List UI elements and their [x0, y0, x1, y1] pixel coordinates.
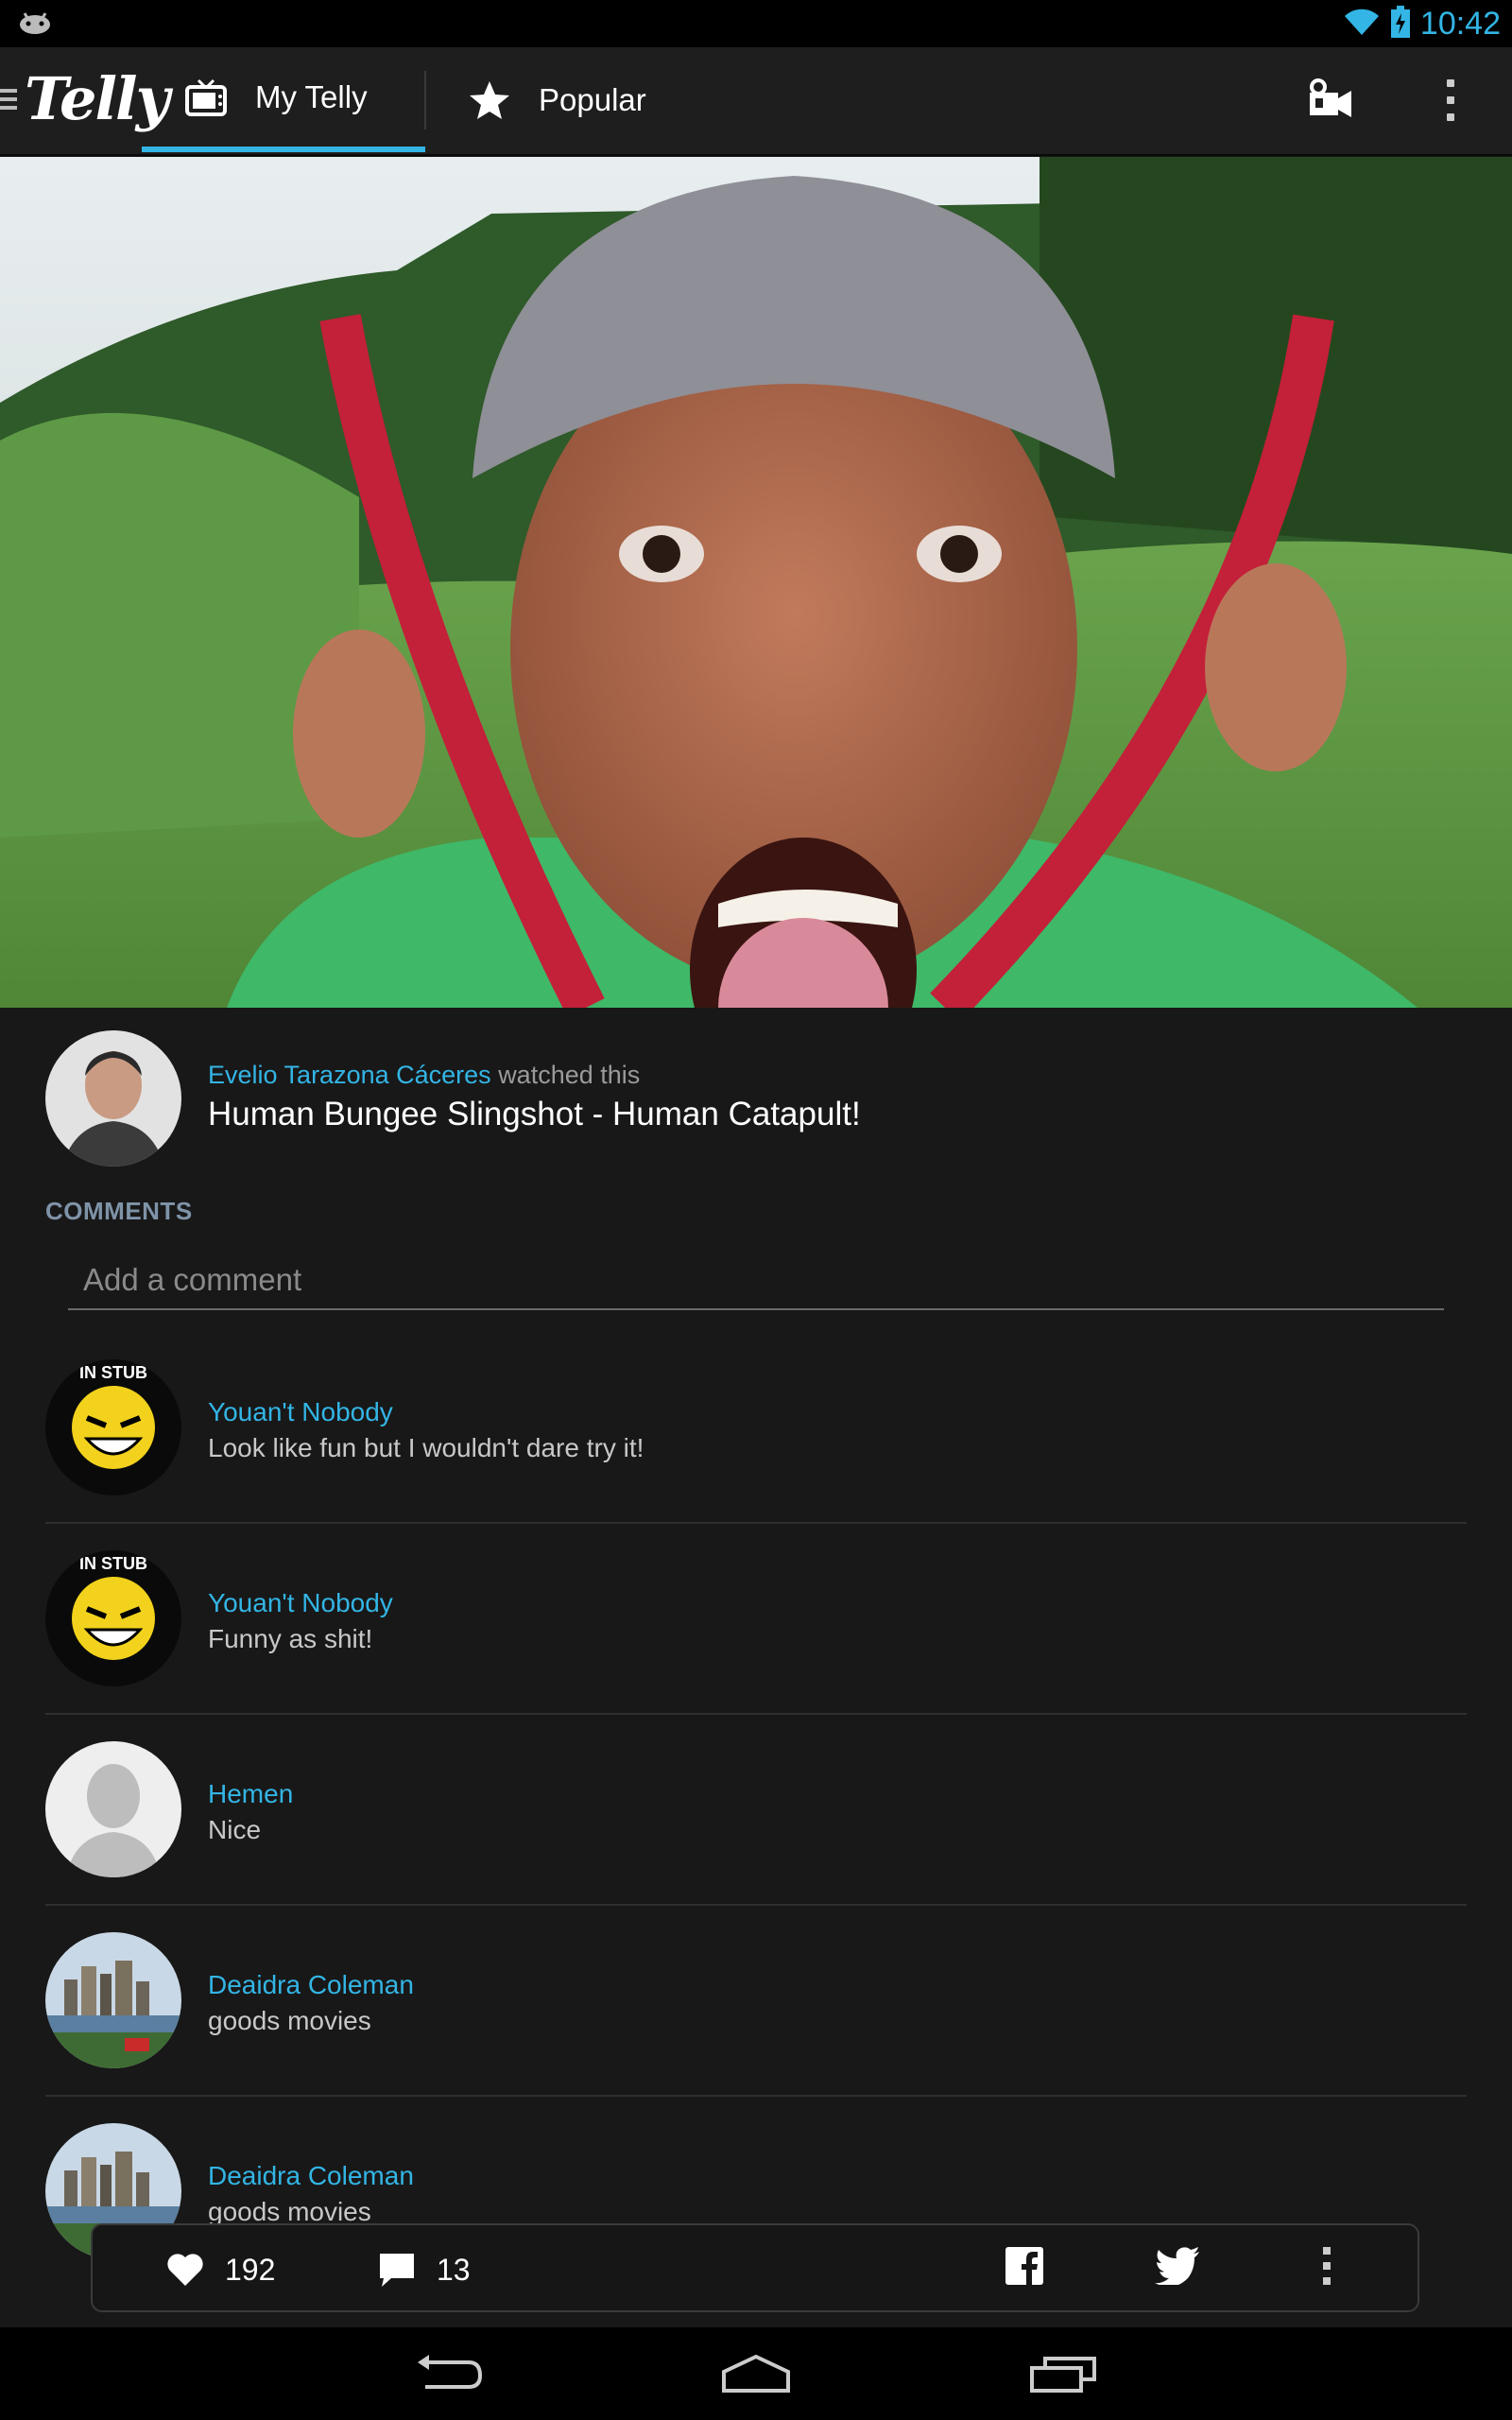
- like-count: 192: [225, 2252, 276, 2287]
- comment-body: Nice: [208, 1815, 262, 1844]
- tv-icon: [185, 78, 227, 116]
- comment-content: Youan't Nobody Look like fun but I would…: [208, 1397, 644, 1463]
- post-activity-line: Evelio Tarazona Cáceres watched this: [208, 1061, 861, 1090]
- default-person-avatar[interactable]: [45, 1741, 181, 1877]
- comment-item[interactable]: Hemen Nice: [45, 1715, 1467, 1906]
- comment-item[interactable]: Deaidra Coleman goods movies: [45, 1906, 1467, 2097]
- facebook-icon: [1005, 2247, 1043, 2292]
- action-bar: Telly My Telly Popular: [0, 47, 1512, 156]
- city-avatar[interactable]: [45, 1932, 181, 2068]
- comment-bubble-icon: [378, 2252, 416, 2288]
- video-frame: [0, 157, 1512, 1008]
- svg-text:IN STUB: IN STUB: [79, 1554, 147, 1573]
- system-nav-bar: [0, 2327, 1512, 2420]
- tab-label: Popular: [539, 81, 646, 117]
- comment-user[interactable]: Youan't Nobody: [208, 1397, 644, 1427]
- status-bar: 10:42: [0, 0, 1512, 47]
- tab-label: My Telly: [255, 78, 368, 114]
- smiley-avatar[interactable]: IN STUB: [45, 1359, 181, 1495]
- poster-avatar[interactable]: [45, 1030, 181, 1167]
- video-title: Human Bungee Slingshot - Human Catapult!: [208, 1096, 861, 1132]
- comment-body: goods movies: [208, 2006, 371, 2035]
- tab-my-telly[interactable]: My Telly: [142, 47, 425, 152]
- drawer-icon[interactable]: [0, 89, 17, 115]
- engagement-bar: 192 13: [91, 2223, 1419, 2312]
- comment-list: IN STUB Youan't Nobody Look like fun but…: [45, 1333, 1467, 2288]
- comment-item[interactable]: IN STUB Youan't Nobody Look like fun but…: [45, 1333, 1467, 1524]
- facebook-share-button[interactable]: [1005, 2225, 1043, 2314]
- tab-popular[interactable]: Popular: [469, 47, 714, 152]
- post-action-text: watched this: [498, 1061, 641, 1089]
- post-meta: Evelio Tarazona Cáceres watched this Hum…: [208, 1061, 861, 1133]
- comments-button[interactable]: 13: [378, 2225, 471, 2314]
- comment-user[interactable]: Deaidra Coleman: [208, 2161, 414, 2191]
- comment-user[interactable]: Youan't Nobody: [208, 1588, 393, 1618]
- twitter-icon: [1155, 2247, 1200, 2292]
- recent-apps-icon[interactable]: [1026, 2348, 1102, 2399]
- comment-item[interactable]: IN STUB Youan't Nobody Funny as shit!: [45, 1524, 1467, 1715]
- comment-content: Deaidra Coleman goods movies: [208, 1970, 414, 2036]
- twitter-share-button[interactable]: [1155, 2225, 1200, 2314]
- comment-user[interactable]: Hemen: [208, 1779, 293, 1809]
- video-player[interactable]: [0, 157, 1512, 1008]
- wifi-icon: [1343, 7, 1381, 42]
- tab-divider: [424, 71, 426, 130]
- status-right: 10:42: [1343, 5, 1501, 43]
- back-icon[interactable]: [412, 2348, 488, 2399]
- heart-icon: [166, 2253, 204, 2287]
- comment-content: Deaidra Coleman goods movies: [208, 2161, 414, 2227]
- home-icon[interactable]: [718, 2348, 794, 2399]
- status-time: 10:42: [1419, 5, 1501, 42]
- android-debug-icon: [17, 9, 53, 39]
- add-comment-input[interactable]: [68, 1257, 1444, 1310]
- battery-charging-icon: [1390, 5, 1411, 43]
- overflow-menu-icon[interactable]: [1441, 76, 1460, 125]
- like-button[interactable]: 192: [166, 2225, 275, 2314]
- comment-content: Youan't Nobody Funny as shit!: [208, 1588, 393, 1654]
- smiley-avatar[interactable]: IN STUB: [45, 1550, 181, 1686]
- comment-body: Look like fun but I wouldn't dare try it…: [208, 1433, 644, 1462]
- poster-name[interactable]: Evelio Tarazona Cáceres: [208, 1061, 491, 1089]
- star-icon: [469, 80, 510, 120]
- svg-text:IN STUB: IN STUB: [79, 1363, 147, 1382]
- video-camera-icon[interactable]: [1306, 76, 1355, 125]
- comments-heading: COMMENTS: [45, 1197, 193, 1225]
- comment-body: Funny as shit!: [208, 1624, 373, 1653]
- overflow-menu-icon: [1321, 2245, 1332, 2294]
- comment-count: 13: [437, 2252, 471, 2287]
- share-overflow-button[interactable]: [1321, 2225, 1332, 2314]
- post-header: Evelio Tarazona Cáceres watched this Hum…: [45, 1030, 1463, 1167]
- comment-content: Hemen Nice: [208, 1779, 293, 1845]
- comment-user[interactable]: Deaidra Coleman: [208, 1970, 414, 2000]
